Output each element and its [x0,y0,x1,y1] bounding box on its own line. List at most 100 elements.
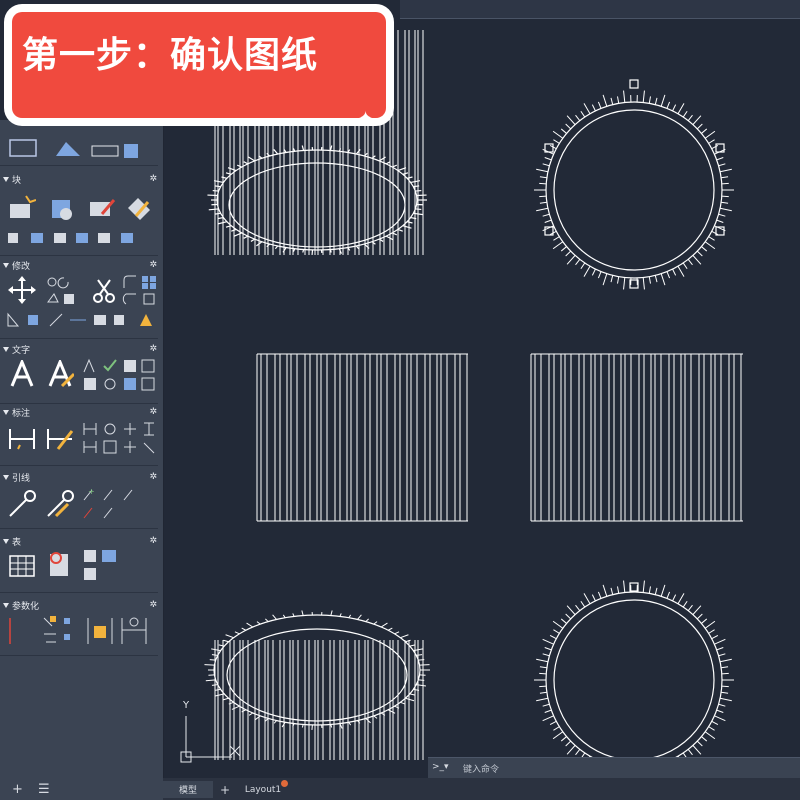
drawing-line [282,247,287,253]
drawing-line [721,666,729,669]
command-line[interactable]: >_▾ 键入命令 [428,757,800,779]
drawing-line [205,679,216,682]
drawing-line [565,740,572,747]
section-parametric-header[interactable]: 参数化 [3,598,39,612]
table-small-tools[interactable] [82,548,122,588]
menu-icon[interactable]: ☰ [38,782,50,797]
section-dimension-header[interactable]: 标注 [3,405,30,419]
drawing-line [666,101,671,109]
section-block-header[interactable]: 块 [3,172,21,186]
single-line-text-icon[interactable] [46,360,74,388]
drawing-line [718,163,726,167]
multileader-edit-icon[interactable] [46,490,74,518]
drawing-line [721,176,729,179]
gear-icon[interactable]: ✲ [149,260,157,270]
drawing-line [265,618,269,622]
gear-icon[interactable]: ✲ [149,600,157,610]
drawing-line [542,653,550,657]
extract-data-icon[interactable] [46,550,74,578]
drawing-line [583,103,591,115]
drawing-line [231,228,237,232]
drawing-line [536,168,549,173]
ring-bottom-right[interactable] [534,580,734,780]
tab-model[interactable]: 模型 [163,781,213,798]
hatch-icons-row[interactable] [6,132,156,162]
drawing-line [560,618,567,624]
drawing-line [716,709,724,713]
linear-dimension-icon[interactable] [8,425,36,453]
drawing-line [387,627,393,631]
drawing-line [553,139,560,144]
drawing-line [718,703,726,707]
section-modify-header[interactable]: 修改 [3,258,30,272]
side-view-left[interactable] [256,353,468,522]
add-layout-button[interactable]: + [217,781,233,798]
aligned-dimension-icon[interactable] [46,425,74,453]
drawing-line [409,644,416,647]
drawing-line [552,731,564,740]
drawing-line [536,697,549,702]
side-view-right[interactable] [530,353,743,522]
drawing-line [682,262,688,270]
drawing-line [660,273,666,286]
add-icon[interactable]: + [12,782,23,797]
gear-icon[interactable]: ✲ [149,472,157,482]
drawing-line [256,621,261,625]
block-create-icon[interactable] [48,194,76,222]
copy-rotate-tools[interactable] [44,274,84,308]
drawing-line [231,705,240,710]
gear-icon[interactable]: ✲ [149,407,157,417]
drawing-line [716,219,724,223]
drawing-line [221,176,228,179]
multileader-icon[interactable] [8,490,36,518]
section-text-header[interactable]: 文字 [3,342,30,356]
drawing-line [580,110,586,118]
drawing-line [701,736,708,742]
drawing-line [617,276,620,284]
drawing-line [536,658,549,663]
block-attribute-icon[interactable] [124,194,152,222]
drawing-line [380,622,388,628]
drawing-line [301,610,304,616]
trim-scissors-icon[interactable] [90,276,118,304]
separator [0,465,158,466]
drawing-line [716,157,724,161]
text-small-tools[interactable] [82,358,158,394]
gear-icon[interactable]: ✲ [149,536,157,546]
drawing-line [544,647,552,651]
dimension-small-tools[interactable] [82,421,158,457]
ring-bottom-left[interactable] [204,610,430,760]
multiline-text-icon[interactable] [8,360,36,388]
drawing-line [687,604,693,611]
gear-icon[interactable]: ✲ [149,344,157,354]
block-insert-icon[interactable] [8,194,36,222]
block-small-tools[interactable] [6,230,156,246]
block-edit-icon[interactable] [88,194,116,222]
drawing-line [719,207,732,212]
drawing-line [539,176,547,179]
drawing-line [580,600,586,608]
gear-icon[interactable]: ✲ [149,174,157,184]
drawing-line [610,275,614,283]
section-leader-header[interactable]: 引线 [3,470,30,484]
drawing-line [217,221,228,225]
drawing-line [248,712,254,716]
table-icon[interactable] [8,552,36,580]
drawing-line [373,621,378,625]
leader-small-tools[interactable]: + [82,486,142,522]
drawing-line [406,221,413,224]
drawing-line [591,594,596,602]
command-input[interactable]: 键入命令 [463,762,499,775]
section-table-header[interactable]: 表 [3,534,21,548]
fillet-array-tools[interactable] [122,274,158,308]
drawing-line [400,701,406,705]
drawing-line [330,610,333,616]
drawing-line [539,201,547,204]
ring-top-right[interactable] [534,79,734,290]
modify-small-tools[interactable] [6,312,156,328]
move-icon[interactable] [8,276,36,304]
parametric-tools[interactable] [6,614,158,650]
command-prompt-icon[interactable]: >_▾ [432,762,449,772]
drawing-line [583,593,591,605]
drawing-line [583,265,591,277]
